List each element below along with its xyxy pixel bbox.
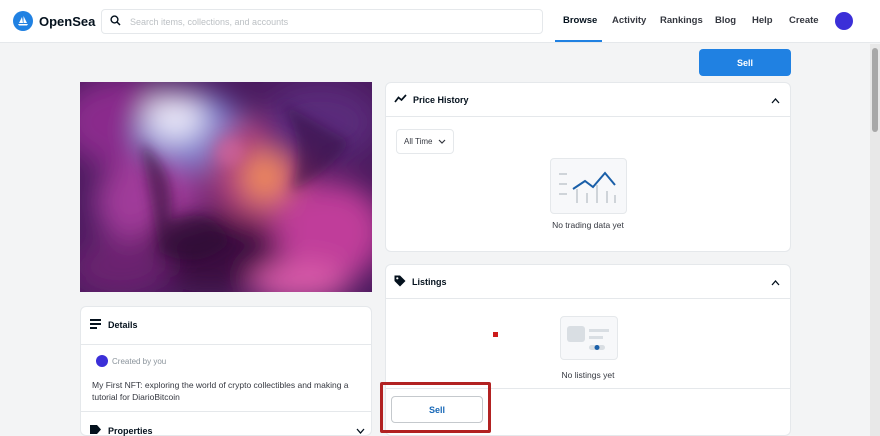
logo-text: OpenSea <box>39 13 96 29</box>
details-card: Details Created by you My First NFT: exp… <box>80 306 372 436</box>
created-by: Created by you <box>96 355 166 367</box>
nft-artwork-image <box>80 82 372 292</box>
chevron-down-icon[interactable] <box>356 426 365 436</box>
nav-link-rankings[interactable]: Rankings <box>660 15 703 26</box>
properties-header[interactable]: Properties <box>90 425 365 436</box>
time-range-select[interactable]: All Time <box>396 129 454 154</box>
sell-button-top[interactable]: Sell <box>699 49 791 76</box>
trend-icon <box>394 94 407 105</box>
search-icon <box>110 13 121 31</box>
nft-description: My First NFT: exploring the world of cry… <box>92 380 349 402</box>
search-bar[interactable] <box>101 9 543 34</box>
properties-title: Properties <box>108 425 153 436</box>
divider <box>81 411 371 412</box>
nav-link-browse[interactable]: Browse <box>563 15 597 26</box>
price-history-title: Price History <box>413 94 469 105</box>
price-history-header[interactable]: Price History <box>386 83 790 117</box>
nft-artwork[interactable] <box>80 82 372 292</box>
top-nav: OpenSea Browse Activity Rankings Blog He… <box>0 0 880 43</box>
details-header[interactable]: Details <box>90 319 138 331</box>
active-tab-indicator <box>555 40 602 42</box>
time-range-value: All Time <box>404 137 433 146</box>
page-scrollbar-thumb[interactable] <box>872 48 878 132</box>
listings-title: Listings <box>412 276 447 287</box>
tag-icon <box>394 275 406 289</box>
search-input[interactable] <box>130 16 530 27</box>
nav-link-help[interactable]: Help <box>752 15 773 26</box>
tag-icon <box>90 425 101 436</box>
list-icon <box>90 319 101 331</box>
chevron-up-icon[interactable] <box>771 91 780 109</box>
divider <box>81 344 371 345</box>
price-history-panel: Price History All Time No trading data y… <box>385 82 791 252</box>
opensea-logo[interactable]: OpenSea <box>13 11 95 31</box>
sell-button-highlight <box>380 382 491 433</box>
nav-link-blog[interactable]: Blog <box>715 15 736 26</box>
chart-placeholder-icon <box>550 158 627 214</box>
opensea-logo-icon <box>13 11 33 31</box>
listings-header[interactable]: Listings <box>386 265 790 299</box>
chevron-down-icon <box>438 137 446 146</box>
no-trading-data-text: No trading data yet <box>552 220 624 230</box>
nav-link-create[interactable]: Create <box>789 15 819 26</box>
price-history-label: Price History <box>394 94 469 105</box>
cursor-marker <box>493 332 498 337</box>
listings-label: Listings <box>394 275 447 289</box>
created-by-text: Created by you <box>112 356 167 366</box>
listings-placeholder-icon <box>560 316 618 360</box>
details-title: Details <box>108 320 138 330</box>
nav-link-activity[interactable]: Activity <box>612 15 646 26</box>
creator-avatar[interactable] <box>96 355 108 367</box>
account-avatar[interactable] <box>835 12 853 30</box>
chevron-up-icon[interactable] <box>771 273 780 291</box>
properties-label: Properties <box>90 425 153 436</box>
no-listings-text: No listings yet <box>561 370 615 380</box>
